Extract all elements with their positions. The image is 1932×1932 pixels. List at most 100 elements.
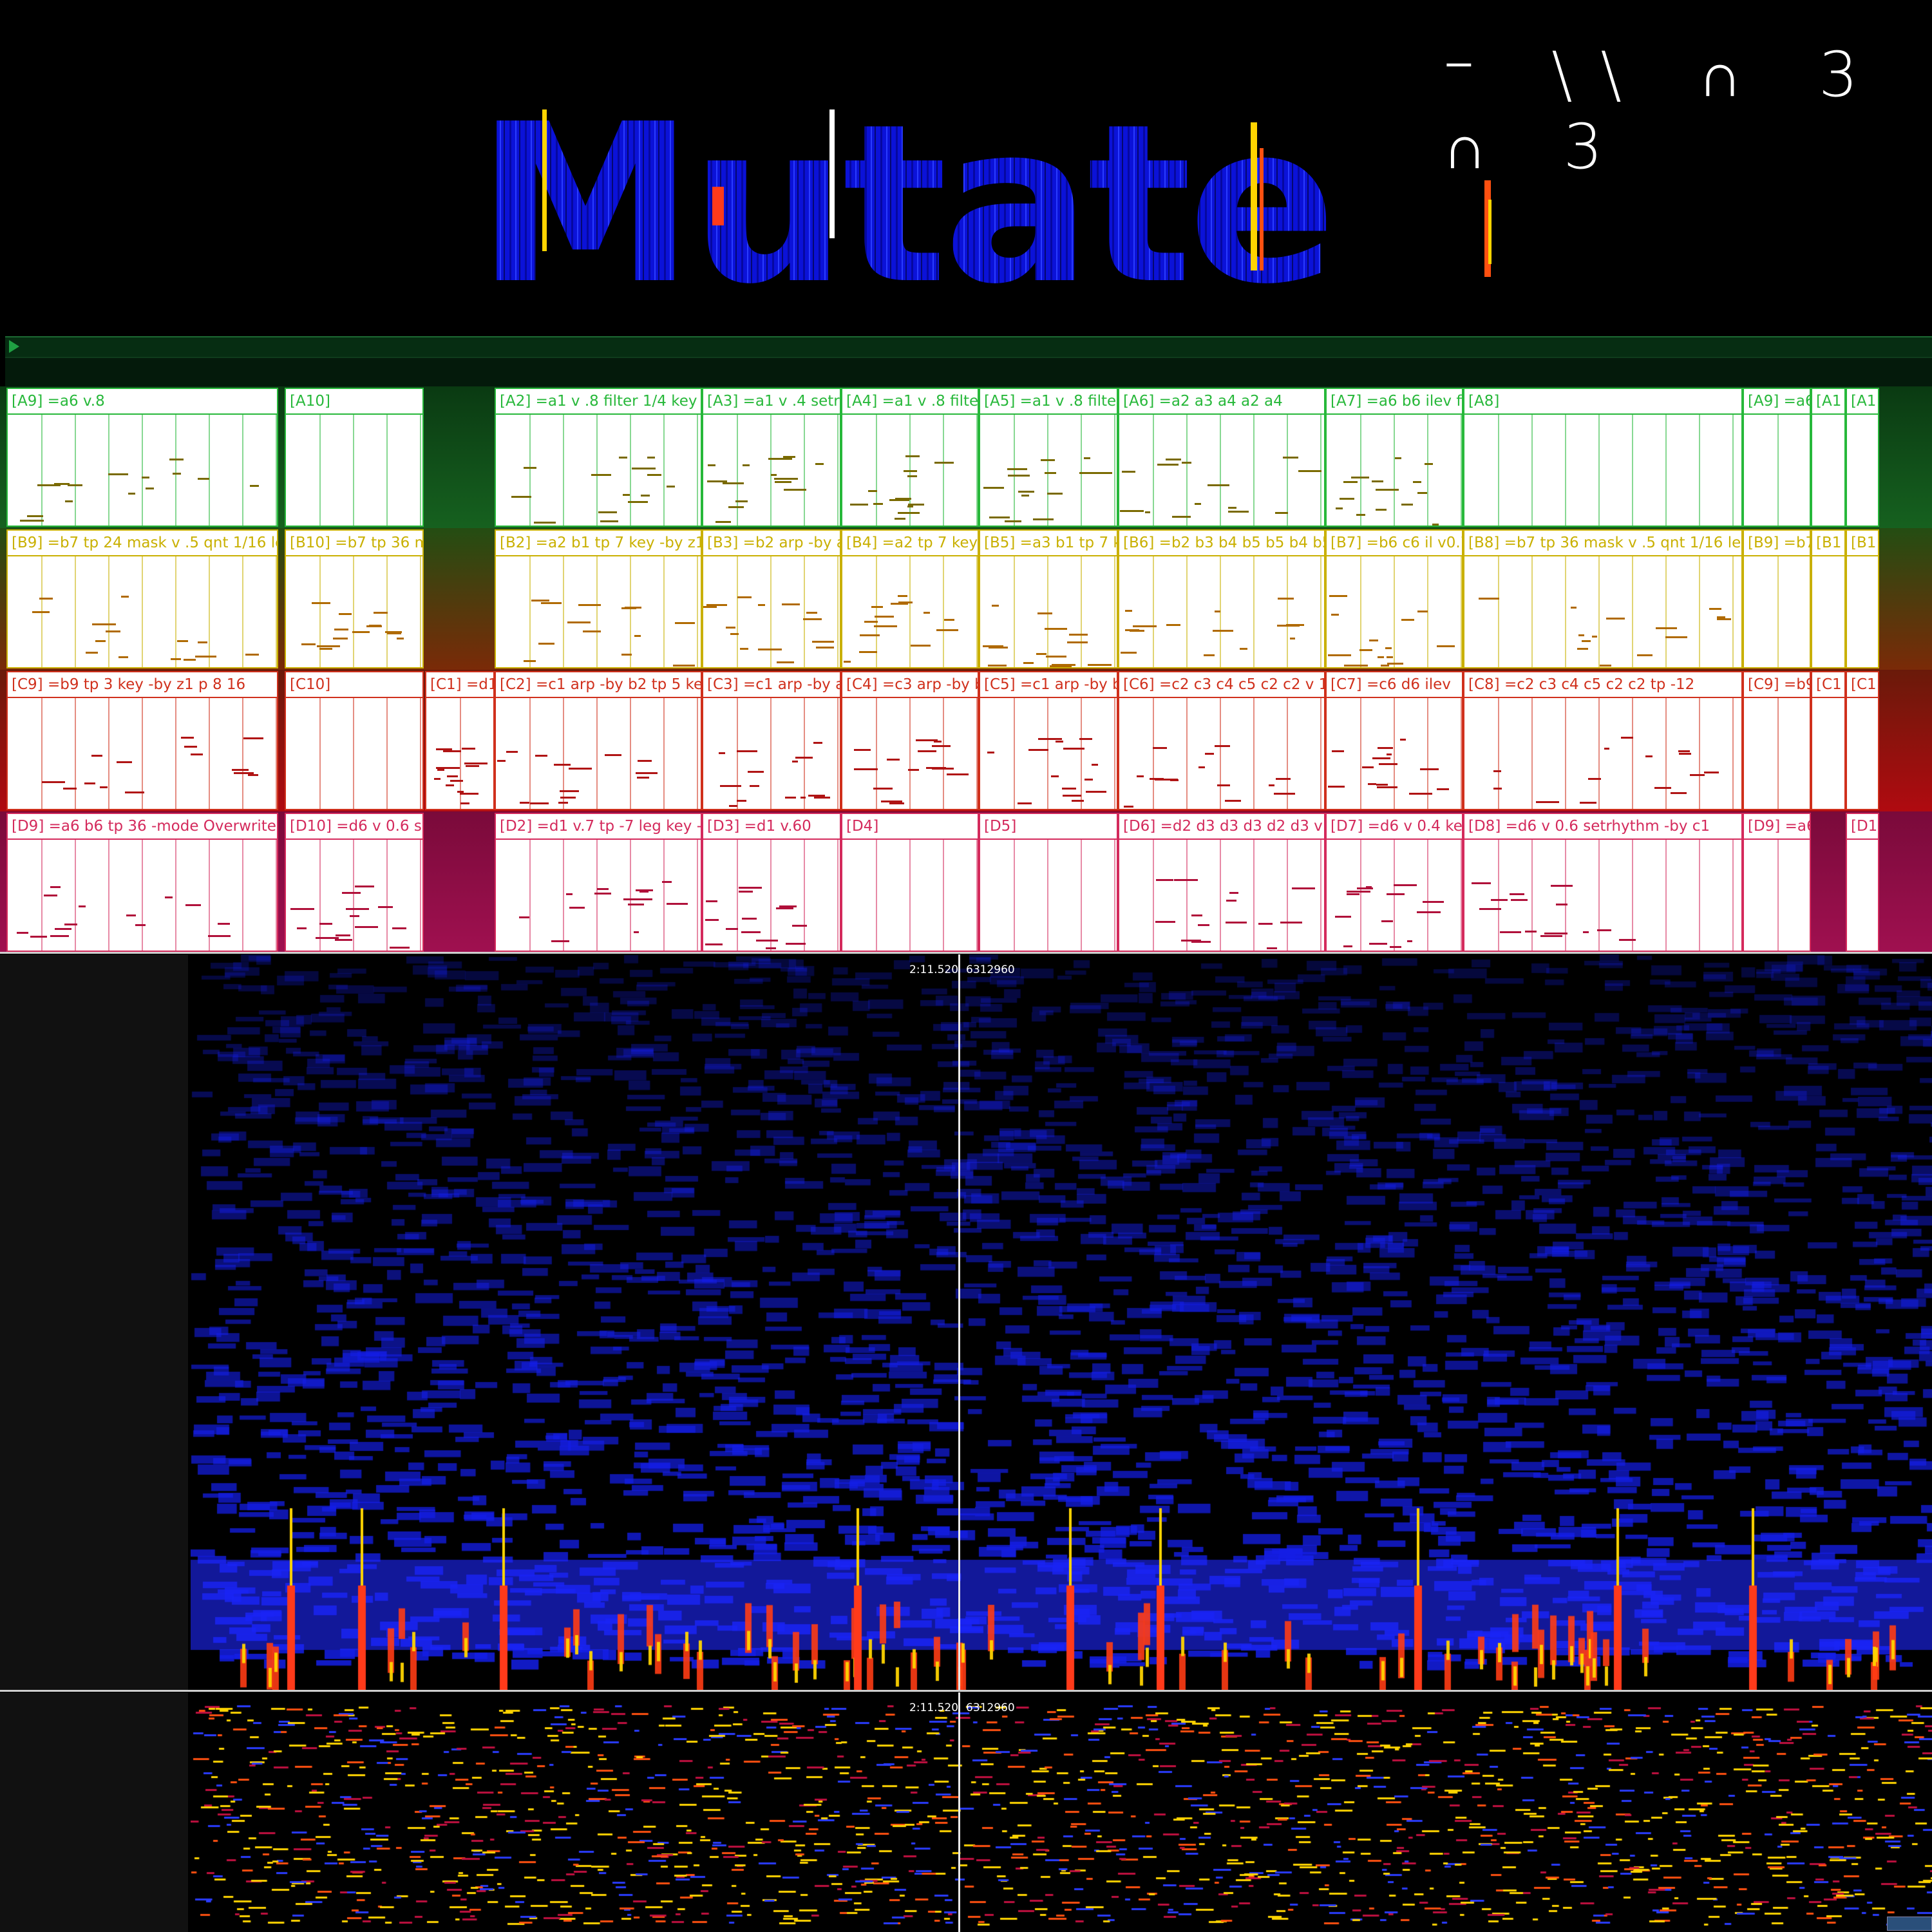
note xyxy=(792,925,807,927)
clip-slot[interactable]: [B10] =b7 tp 36 m xyxy=(285,529,424,668)
clip-slot[interactable]: [C2] =c1 arp -by b2 tp 5 ke xyxy=(495,671,702,810)
clip-slot[interactable]: [C10] xyxy=(285,671,424,810)
note xyxy=(245,654,259,656)
note xyxy=(662,881,672,883)
clip-notes xyxy=(703,415,840,526)
note xyxy=(1335,916,1351,918)
clip-slot[interactable]: [D4] xyxy=(841,813,979,952)
clip-slot[interactable]: [B3] =b2 arp -by a xyxy=(702,529,841,668)
note xyxy=(1420,768,1439,770)
clip-slot[interactable]: [D2] =d1 v.7 tp -7 leg key - xyxy=(495,813,702,952)
note xyxy=(1336,507,1343,509)
clip-slot[interactable]: [D1 xyxy=(1846,813,1879,952)
clip-slot[interactable]: [A6] =a2 a3 a4 a2 a4 xyxy=(1118,388,1325,527)
note xyxy=(1153,747,1167,749)
clip-slot[interactable]: [C7] =c6 d6 ilev xyxy=(1325,671,1463,810)
clip-notes xyxy=(496,698,701,809)
note xyxy=(1023,662,1034,664)
note xyxy=(1191,914,1202,916)
note xyxy=(333,638,348,639)
clip-slot[interactable]: [C5] =c1 arp -by b xyxy=(979,671,1118,810)
clip-notes xyxy=(1464,415,1741,526)
clip-slot[interactable]: [C8] =c2 c3 c4 c5 c2 c2 tp -12 xyxy=(1463,671,1743,810)
clip-slot[interactable]: [A2] =a1 v .8 filter 1/4 key xyxy=(495,388,702,527)
clip-label: [A2] =a1 v .8 filter 1/4 key xyxy=(496,389,701,415)
note xyxy=(250,485,259,487)
play-icon[interactable] xyxy=(9,340,19,353)
clip-slot[interactable]: [B2] =a2 b1 tp 7 key -by z1 xyxy=(495,529,702,668)
clip-slot[interactable]: [C1 xyxy=(1811,671,1846,810)
note xyxy=(992,605,999,607)
clip-slot[interactable]: [D6] =d2 d3 d3 d3 d2 d3 v xyxy=(1118,813,1325,952)
note xyxy=(1709,608,1721,610)
clip-slot[interactable]: [C9] =b9 xyxy=(1743,671,1811,810)
clip-slot[interactable]: [B6] =b2 b3 b4 b5 b5 b4 b5 xyxy=(1118,529,1325,668)
clip-slot[interactable]: [B9] =b7 xyxy=(1743,529,1811,668)
clip-slot[interactable]: [A9] =a6 xyxy=(1743,388,1811,527)
clip-slot[interactable]: [B7] =b6 c6 il v0.7 xyxy=(1325,529,1463,668)
clip-slot[interactable]: [A9] =a6 v.8 xyxy=(6,388,278,527)
clip-slot[interactable]: [C1] =d1 xyxy=(425,671,495,810)
note xyxy=(771,474,777,476)
clip-slot[interactable]: [A3] =a1 v .4 setr xyxy=(702,388,841,527)
transport-bar[interactable] xyxy=(5,336,1932,358)
clip-slot[interactable]: [A8] xyxy=(1463,388,1743,527)
note xyxy=(297,927,307,929)
playhead-cursor[interactable] xyxy=(958,954,960,1691)
clip-slot[interactable]: [D10] =d6 v 0.6 se xyxy=(285,813,424,952)
clip-slot[interactable]: [B8] =b7 tp 36 mask v .5 qnt 1/16 le xyxy=(1463,529,1743,668)
clip-slot[interactable]: [B4] =a2 tp 7 key xyxy=(841,529,979,668)
note xyxy=(739,887,762,889)
note xyxy=(1046,656,1066,658)
clip-slot[interactable]: [A10] xyxy=(285,388,424,527)
clip-slot[interactable]: [C3] =c1 arp -by a xyxy=(702,671,841,810)
clip-slot[interactable]: [C4] =c3 arp -by b xyxy=(841,671,979,810)
clip-slot[interactable]: [A4] =a1 v .8 filte xyxy=(841,388,979,527)
note xyxy=(628,904,644,905)
note xyxy=(1369,639,1378,641)
playhead-cursor[interactable] xyxy=(958,1692,960,1932)
note xyxy=(497,760,506,762)
clip-label: [D9] =a6 xyxy=(1744,814,1810,840)
clip-slot[interactable]: [B1 xyxy=(1811,529,1846,668)
clip-slot[interactable]: [D5] xyxy=(979,813,1118,952)
pianoroll-view[interactable]: 2:11.520 6312960 xyxy=(191,1692,1932,1932)
note xyxy=(1286,624,1304,626)
clip-slot[interactable]: [B9] =b7 tp 24 mask v .5 qnt 1/16 le xyxy=(6,529,278,668)
note xyxy=(1137,775,1144,777)
note xyxy=(647,474,661,476)
note xyxy=(1005,520,1021,522)
note xyxy=(1479,908,1501,910)
clip-notes xyxy=(703,698,840,809)
clip-slot[interactable]: [D8] =d6 v 0.6 setrhythm -by c1 xyxy=(1463,813,1743,952)
clip-slot[interactable]: [D9] =a6 xyxy=(1743,813,1811,952)
note xyxy=(1045,472,1056,474)
clip-slot[interactable]: [C6] =c2 c3 c4 c5 c2 c2 v 1 xyxy=(1118,671,1325,810)
note xyxy=(1226,900,1236,902)
clip-slot[interactable]: [A7] =a6 b6 ilev fi xyxy=(1325,388,1463,527)
mutate-logo: Mutate xyxy=(477,77,1507,332)
note xyxy=(1328,786,1345,788)
note xyxy=(815,463,824,465)
note xyxy=(1174,879,1198,881)
note xyxy=(531,600,549,601)
clip-slot[interactable]: [B1 xyxy=(1846,529,1879,668)
clip-slot[interactable]: [C9] =b9 tp 3 key -by z1 p 8 16 xyxy=(6,671,278,810)
note xyxy=(1378,747,1393,749)
clip-slot[interactable]: [D7] =d6 v 0.4 key xyxy=(1325,813,1463,952)
clip-slot[interactable]: [C1 xyxy=(1846,671,1879,810)
clip-notes xyxy=(1327,556,1462,667)
clip-slot[interactable]: [A1 xyxy=(1811,388,1846,527)
clip-slot[interactable]: [B5] =a3 b1 tp 7 k xyxy=(979,529,1118,668)
note xyxy=(530,802,549,804)
note xyxy=(355,926,378,928)
clip-slot[interactable]: [A1 xyxy=(1846,388,1879,527)
clip-slot[interactable]: [D3] =d1 v.60 xyxy=(702,813,841,952)
clip-slot[interactable]: [A5] =a1 v .8 filter xyxy=(979,388,1118,527)
zoom-badge[interactable] xyxy=(1887,1917,1932,1931)
note xyxy=(628,501,648,503)
note xyxy=(1328,654,1351,656)
clip-slot[interactable]: [D9] =a6 b6 tp 36 -mode Overwrite xyxy=(6,813,278,952)
spectrogram-view[interactable]: 2:11.520 6312960 xyxy=(191,954,1932,1691)
note xyxy=(464,762,488,764)
